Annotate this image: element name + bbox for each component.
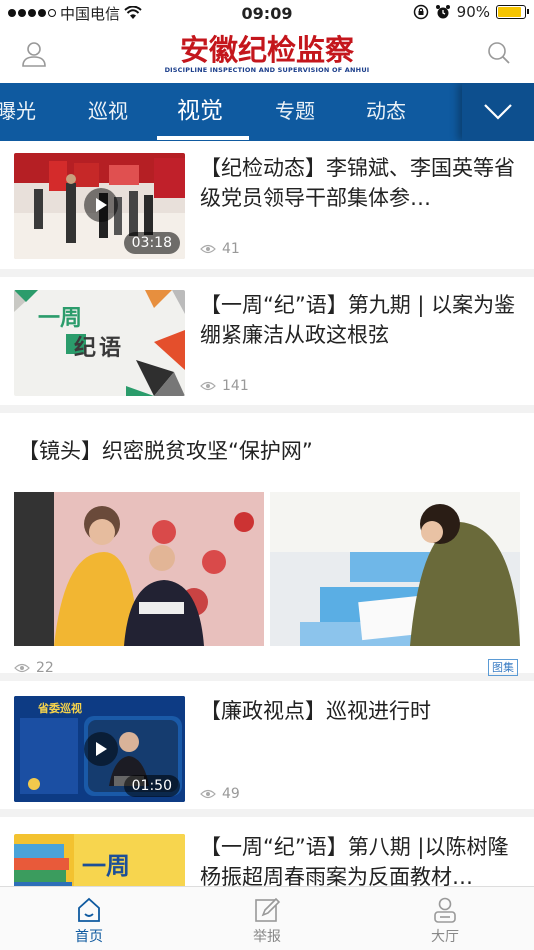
gallery-card[interactable]: 【镜头】织密脱贫攻坚“保护网” 22 图集 [0, 413, 534, 676]
app-header: 安徽纪检监察 DISCIPLINE INSPECTION AND SUPERVI… [0, 26, 534, 83]
thumbnail-text: 一周 [38, 306, 83, 331]
nav-hall-label: 大厅 [431, 929, 459, 945]
app-logo: 安徽纪检监察 DISCIPLINE INSPECTION AND SUPERVI… [0, 34, 534, 74]
gallery-photo [270, 492, 520, 646]
home-icon [78, 897, 100, 922]
gallery-photo [14, 492, 264, 646]
view-count-value: 49 [222, 786, 240, 802]
news-card[interactable]: 省委巡视 01:50 【廉政视点】巡视进行时 49 [0, 681, 534, 809]
play-button[interactable] [84, 732, 118, 766]
play-icon [96, 198, 107, 212]
battery-fill [498, 7, 522, 17]
news-title[interactable]: 【一周“纪”语】第八期 |以陈树隆杨振超周春雨案为反面教材… [200, 832, 518, 892]
bottom-nav: 首页 举报 大厅 [0, 886, 534, 950]
view-count-value: 22 [36, 660, 54, 676]
active-tab-indicator [157, 136, 249, 140]
battery-percent: 90% [456, 3, 490, 21]
person-icon [434, 897, 456, 923]
wifi-icon [124, 6, 142, 19]
search-icon[interactable] [486, 40, 512, 66]
status-left: 中国电信 [0, 3, 180, 24]
eye-icon [14, 663, 30, 673]
orientation-lock-icon [413, 4, 428, 20]
tabs-expand-button[interactable] [462, 83, 534, 141]
nav-report[interactable]: 举报 [217, 887, 317, 950]
tab-special[interactable]: 专题 [275, 83, 315, 141]
eye-icon [200, 244, 216, 254]
logo-chinese: 安徽纪检监察 [179, 33, 354, 67]
video-thumbnail[interactable]: 03:18 [14, 153, 185, 259]
status-bar: 中国电信 09:09 90% [0, 0, 534, 26]
gallery-image[interactable] [270, 492, 520, 646]
tab-visual[interactable]: 视觉 [177, 83, 223, 141]
nav-hall[interactable]: 大厅 [395, 887, 495, 950]
view-count-value: 41 [222, 241, 240, 257]
view-count: 22 [14, 660, 54, 676]
nav-home[interactable]: 首页 [39, 887, 139, 950]
video-duration: 01:50 [123, 775, 180, 797]
news-card[interactable]: 一周 纪语 【一周“纪”语】第九期 | 以案为鉴绷紧廉洁从政这根弦 141 [0, 277, 534, 405]
article-thumbnail[interactable]: 一周 纪语 [14, 290, 185, 396]
edit-icon [255, 897, 281, 922]
gallery-tag: 图集 [488, 659, 518, 676]
play-icon [96, 742, 107, 756]
status-right: 90% [413, 3, 529, 21]
logo-english: DISCIPLINE INSPECTION AND SUPERVISION OF… [164, 66, 370, 74]
news-title[interactable]: 【纪检动态】李锦斌、李国英等省级党员领导干部集体参… [200, 153, 518, 213]
thumbnail-caption: 省委巡视 [38, 702, 82, 715]
nav-report-label: 举报 [253, 929, 281, 945]
video-duration: 03:18 [123, 232, 180, 254]
tab-inspection[interactable]: 巡视 [88, 83, 128, 141]
carrier-label: 中国电信 [60, 4, 121, 23]
signal-strength-icon [8, 9, 56, 17]
tab-news[interactable]: 动态 [366, 83, 406, 141]
play-button[interactable] [84, 188, 118, 222]
app-root: 中国电信 09:09 90% 安徽纪检监察 DISCIPLINE INSPECT… [0, 0, 534, 950]
battery-icon [496, 5, 529, 19]
gallery-title[interactable]: 【镜头】织密脱贫攻坚“保护网” [18, 435, 313, 465]
thumbnail-text: 纪语 [74, 336, 125, 361]
news-title[interactable]: 【一周“纪”语】第九期 | 以案为鉴绷紧廉洁从政这根弦 [200, 290, 518, 350]
view-count-value: 141 [222, 378, 249, 394]
view-count: 49 [200, 786, 240, 802]
eye-icon [200, 789, 216, 799]
view-count: 141 [200, 378, 249, 394]
tab-exposure[interactable]: 曝光 [0, 83, 36, 141]
chevron-down-icon [484, 104, 512, 120]
news-title[interactable]: 【廉政视点】巡视进行时 [200, 696, 518, 726]
news-card[interactable]: 03:18 【纪检动态】李锦斌、李国英等省级党员领导干部集体参… 41 [0, 141, 534, 269]
nav-home-label: 首页 [75, 929, 103, 945]
channel-tabs: 曝光 巡视 视觉 专题 动态 [0, 83, 534, 141]
view-count: 41 [200, 241, 240, 257]
eye-icon [200, 381, 216, 391]
gallery-image[interactable] [14, 492, 264, 646]
video-thumbnail[interactable]: 省委巡视 01:50 [14, 696, 185, 802]
alarm-icon [435, 5, 450, 19]
thumbnail-text: 一周 [82, 852, 130, 880]
